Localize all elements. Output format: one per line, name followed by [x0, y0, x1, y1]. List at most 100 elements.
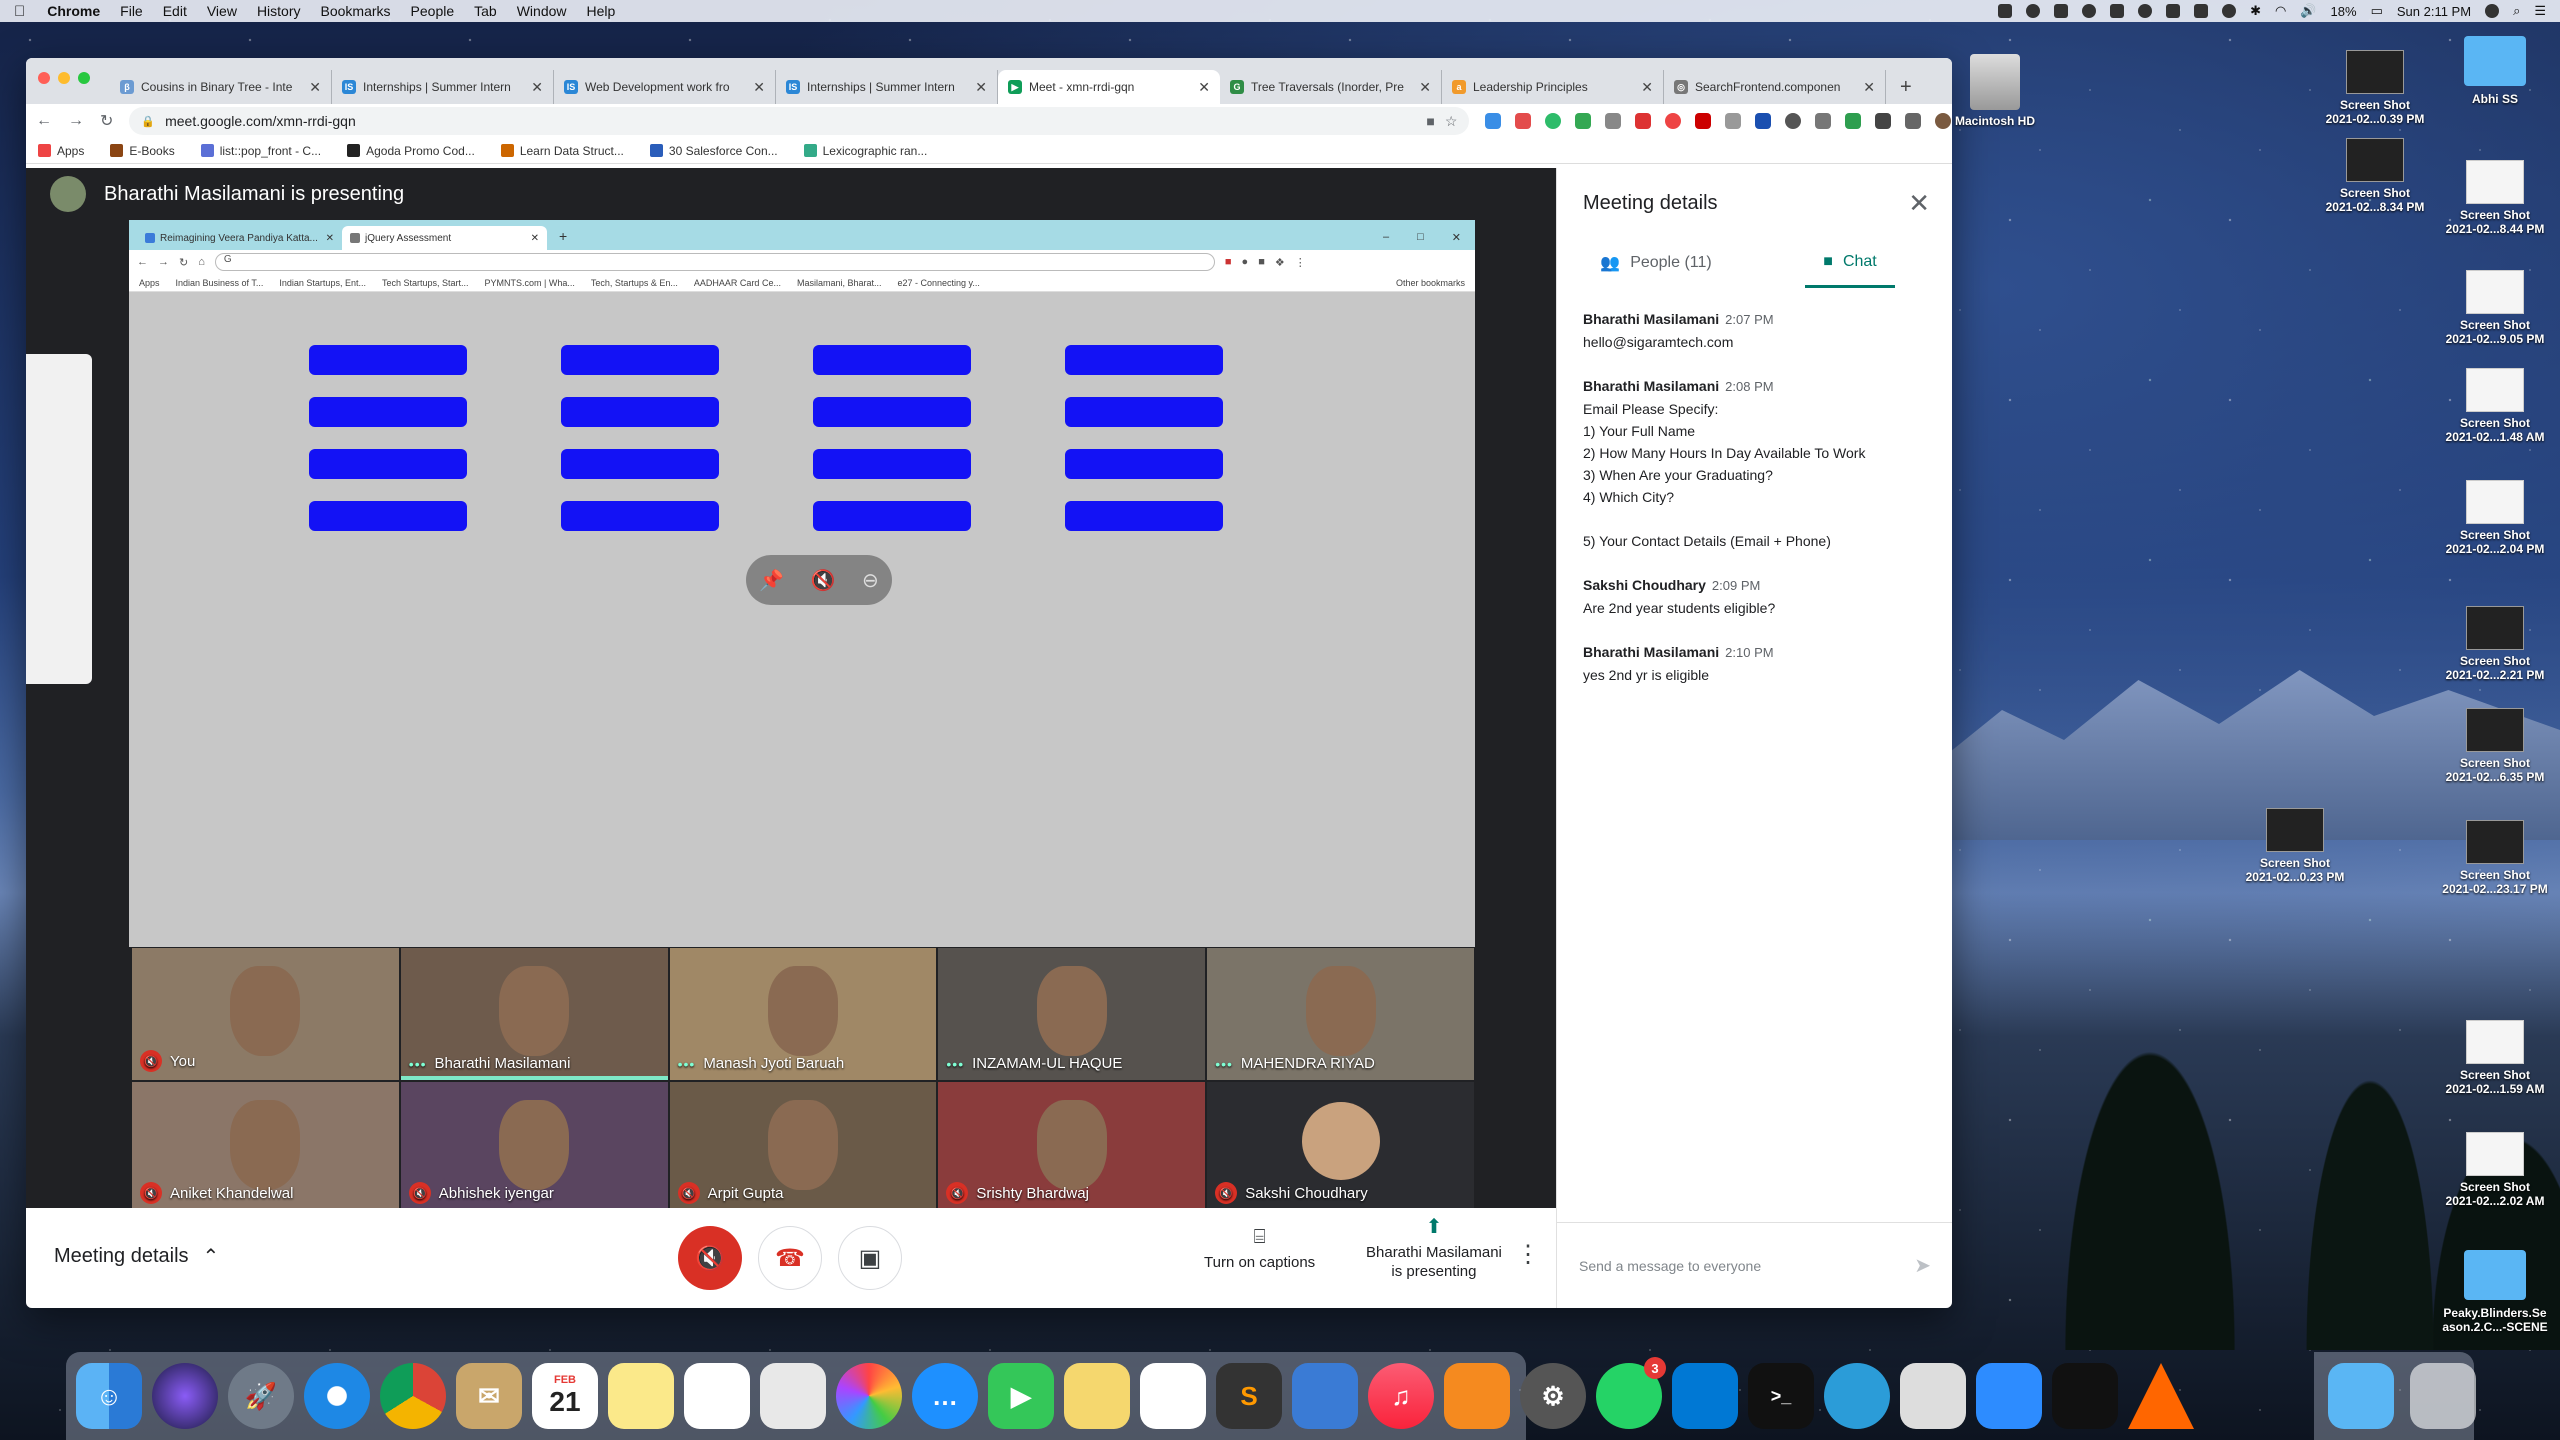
menu-history[interactable]: History	[257, 3, 301, 19]
terminal-icon[interactable]: >_	[1748, 1363, 1814, 1429]
menu-people[interactable]: People	[411, 3, 455, 19]
chevron-up-icon[interactable]: ⌃	[203, 1244, 220, 1269]
browser-tab[interactable]: G Tree Traversals (Inorder, Pre ✕	[1220, 70, 1442, 104]
participant-tile[interactable]: 🔇 Sakshi Choudhary	[1206, 1081, 1475, 1213]
extension-icon[interactable]	[1485, 113, 1502, 129]
siri-icon[interactable]	[152, 1363, 218, 1429]
clock[interactable]: Sun 2:11 PM	[2397, 4, 2471, 19]
extension-icon[interactable]	[1515, 113, 1532, 129]
leave-call-button[interactable]: ☎	[758, 1226, 822, 1290]
close-tab-icon[interactable]: ✕	[753, 79, 765, 96]
macintosh-hd-icon[interactable]: Macintosh HD	[1930, 54, 2060, 128]
desktop-file-icon[interactable]: Screen Shot 2021-02...2.02 AM	[2430, 1132, 2560, 1208]
close-tab-icon[interactable]: ✕	[309, 79, 321, 96]
menu-help[interactable]: Help	[587, 3, 616, 19]
browser-tab[interactable]: IS Internships | Summer Intern ✕	[332, 70, 554, 104]
menu-app-name[interactable]: Chrome	[47, 3, 100, 19]
browser-tab[interactable]: a Leadership Principles ✕	[1442, 70, 1664, 104]
notes-icon[interactable]	[608, 1363, 674, 1429]
meeting-details-label[interactable]: Meeting details	[54, 1245, 189, 1268]
whatsapp-icon[interactable]: 3	[1596, 1357, 1666, 1429]
zoom-window-button[interactable]	[78, 72, 90, 84]
extension-icon[interactable]	[1845, 113, 1862, 129]
desktop-file-icon[interactable]: Peaky.Blinders.Se ason.2.C...-SCENE	[2430, 1250, 2560, 1334]
extension-icon[interactable]	[1815, 113, 1832, 129]
control-center-icon[interactable]: ☰	[2534, 3, 2546, 19]
menu-bookmarks[interactable]: Bookmarks	[321, 3, 391, 19]
bookmark-star-icon[interactable]: ☆	[1445, 113, 1458, 130]
pin-icon[interactable]: 📌	[759, 568, 784, 593]
zoom-icon[interactable]	[1976, 1363, 2042, 1429]
music-icon[interactable]: ♫	[1368, 1363, 1434, 1429]
reminders-icon[interactable]	[684, 1363, 750, 1429]
extension-icon[interactable]	[1545, 113, 1562, 129]
desktop-file-icon[interactable]: Abhi SS	[2430, 36, 2560, 106]
participant-tile[interactable]: ••• Bharathi Masilamani	[399, 947, 669, 1081]
desktop-file-icon[interactable]: Screen Shot 2021-02...2.21 PM	[2430, 606, 2560, 682]
captions-button[interactable]: ⌸ Turn on captions	[1204, 1227, 1315, 1272]
desktop-file-icon[interactable]: Screen Shot 2021-02...8.34 PM	[2310, 138, 2440, 214]
volume-icon[interactable]: 🔊	[2300, 3, 2316, 19]
close-tab-icon[interactable]: ✕	[1198, 79, 1210, 96]
participant-tile[interactable]: 🔇 Abhishek iyengar	[399, 1081, 669, 1213]
desktop-file-icon[interactable]: Screen Shot 2021-02...0.23 PM	[2230, 808, 2360, 884]
finder-icon[interactable]: ☺	[76, 1363, 142, 1429]
apple-menu-icon[interactable]: 	[14, 3, 25, 20]
address-bar[interactable]: 🔒 meet.google.com/xmn-rrdi-gqn ■ ☆	[129, 107, 1470, 135]
extension-icon[interactable]	[1575, 113, 1592, 129]
bookmark-item[interactable]: Lexicographic ran...	[803, 144, 927, 158]
numbers-icon[interactable]	[1140, 1363, 1206, 1429]
participant-tile[interactable]: 🔇 Arpit Gupta	[668, 1081, 938, 1213]
send-icon[interactable]: ➤	[1914, 1253, 1931, 1278]
keynote-icon[interactable]	[1292, 1363, 1358, 1429]
books-icon[interactable]	[1444, 1363, 1510, 1429]
extension-icon[interactable]	[1605, 113, 1622, 129]
bookmark-item[interactable]: list::pop_front - C...	[200, 144, 321, 158]
close-tab-icon[interactable]: ✕	[975, 79, 987, 96]
spotlight-icon[interactable]: ⌕	[2513, 3, 2520, 19]
status-icon[interactable]	[1998, 4, 2013, 18]
status-icon[interactable]	[2138, 4, 2153, 18]
trash-icon[interactable]	[2410, 1363, 2476, 1429]
tab-people[interactable]: 👥 People (11)	[1557, 238, 1755, 288]
desktop-file-icon[interactable]: Screen Shot 2021-02...2.04 PM	[2430, 480, 2560, 556]
presenting-button[interactable]: ⬆ Bharathi Masilamani is presenting	[1366, 1217, 1502, 1281]
close-icon[interactable]: ✕	[1908, 188, 1930, 219]
user-icon[interactable]	[2485, 4, 2500, 18]
browser-tab[interactable]: IS Web Development work fro ✕	[554, 70, 776, 104]
close-tab-icon[interactable]: ✕	[531, 79, 543, 96]
mail-icon[interactable]: ✉	[456, 1363, 522, 1429]
chat-compose[interactable]: Send a message to everyone ➤	[1557, 1222, 1952, 1308]
puzzle-icon[interactable]	[1875, 113, 1892, 129]
participant-tile[interactable]: ••• Manash Jyoti Baruah	[668, 947, 938, 1081]
minimize-window-button[interactable]	[58, 72, 70, 84]
bluetooth-icon[interactable]: ✱	[2250, 3, 2261, 19]
lock-icon[interactable]: 🔒	[141, 115, 155, 128]
battery-percent[interactable]: 18%	[2331, 4, 2357, 19]
extension-icon[interactable]	[1755, 113, 1772, 129]
participant-tile[interactable]: 🔇 Srishty Bhardwaj	[937, 1081, 1207, 1213]
xcode-icon[interactable]	[1900, 1363, 1966, 1429]
menu-edit[interactable]: Edit	[163, 3, 187, 19]
camera-toggle-button[interactable]: ▣	[838, 1226, 902, 1290]
tab-chat[interactable]: ■ Chat	[1805, 238, 1895, 288]
browser-tab[interactable]: IS Internships | Summer Intern ✕	[776, 70, 998, 104]
close-tab-icon[interactable]: ✕	[1641, 79, 1653, 96]
meeting-details-toggle[interactable]: Meeting details ⌃	[54, 1244, 219, 1269]
extension-icon[interactable]	[1665, 113, 1682, 129]
menu-view[interactable]: View	[207, 3, 237, 19]
bookmark-item[interactable]: Apps	[38, 144, 84, 158]
bookmark-item[interactable]: E-Books	[110, 144, 175, 158]
desktop-file-icon[interactable]: Screen Shot 2021-02...9.05 PM	[2430, 270, 2560, 346]
forward-icon[interactable]: →	[68, 112, 84, 130]
mute-icon[interactable]: 🔇	[811, 568, 836, 593]
menu-tab[interactable]: Tab	[474, 3, 497, 19]
participant-tile[interactable]: 🔇 Aniket Khandelwal	[131, 1081, 400, 1213]
camera-icon[interactable]: ■	[1426, 113, 1434, 129]
vscode-icon[interactable]	[1672, 1363, 1738, 1429]
participant-tile[interactable]: 🔇 You	[131, 947, 400, 1081]
desktop-file-icon[interactable]: Screen Shot 2021-02...8.44 PM	[2430, 160, 2560, 236]
bookmark-item[interactable]: Agoda Promo Cod...	[347, 144, 475, 158]
close-tab-icon[interactable]: ✕	[1419, 79, 1431, 96]
browser-tab[interactable]: ◎ SearchFrontend.componen ✕	[1664, 70, 1886, 104]
